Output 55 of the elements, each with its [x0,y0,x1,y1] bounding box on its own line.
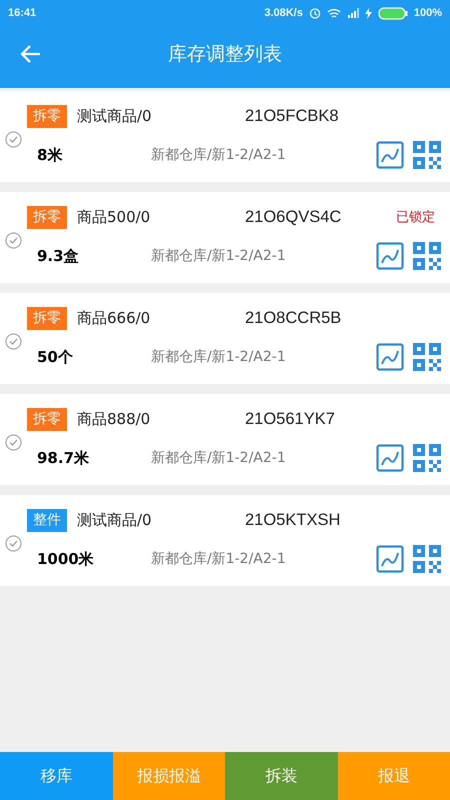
product-tag: 拆零 [27,306,67,330]
back-arrow-icon[interactable] [20,43,42,65]
product-tag: 拆零 [27,206,67,228]
signal-icon [346,8,359,18]
action-button[interactable]: 拆装 [225,752,338,800]
clock-time: 16:41 [8,7,36,19]
product-name: 商品666/0 [77,308,152,328]
chart-icon[interactable] [376,545,404,573]
quantity: 50个 [37,348,74,366]
checkbox[interactable] [5,131,22,148]
qr-code-icon[interactable] [413,242,441,270]
page-title: 库存调整列表 [168,42,282,67]
product-code: 21O561YK7 [245,410,336,428]
wifi-icon [326,8,341,18]
action-button[interactable]: 移库 [0,752,112,800]
quantity: 9.3盒 [37,246,80,266]
locked-status: 已锁定 [395,209,436,226]
action-button[interactable]: 报损报溢 [112,752,225,800]
checkbox[interactable] [5,333,22,350]
location-path: 新都仓库/新1-2/A2-1 [151,146,287,164]
location-path: 新都仓库/新1-2/A2-1 [151,449,287,467]
chart-icon[interactable] [376,444,404,472]
alarm-icon [308,7,321,19]
network-speed: 3.08K/s [264,7,303,19]
checkbox[interactable] [5,535,22,552]
chart-icon[interactable] [376,141,404,169]
quantity: 1000米 [37,550,95,568]
product-name: 测试商品/0 [77,510,153,530]
checkbox[interactable] [5,232,22,249]
qr-code-icon[interactable] [413,343,441,371]
product-code: 21O6QVS4C [245,208,342,226]
chart-icon[interactable] [376,242,404,270]
location-path: 新都仓库/新1-2/A2-1 [151,247,287,265]
location-path: 新都仓库/新1-2/A2-1 [151,348,287,366]
quantity: 98.7米 [37,448,90,468]
product-tag: 拆零 [27,408,67,430]
product-name: 商品888/0 [77,410,152,428]
product-name: 测试商品/0 [77,106,153,126]
product-code: 21O5FCBK8 [245,106,340,126]
action-button[interactable]: 报退 [338,752,450,800]
battery-icon [378,6,408,20]
qr-code-icon[interactable] [413,545,441,573]
quantity: 8米 [37,146,64,164]
charging-icon [364,8,372,18]
product-tag: 拆零 [27,104,67,128]
product-code: 21O8CCR5B [245,308,342,328]
product-code: 21O5KTXSH [245,510,342,530]
battery-percent: 100% [414,7,442,19]
checkbox[interactable] [5,434,22,451]
chart-icon[interactable] [376,343,404,371]
product-tag: 整件 [27,508,67,532]
qr-code-icon[interactable] [413,141,441,169]
location-path: 新都仓库/新1-2/A2-1 [151,550,287,568]
qr-code-icon[interactable] [413,444,441,472]
product-name: 商品500/0 [77,208,152,226]
